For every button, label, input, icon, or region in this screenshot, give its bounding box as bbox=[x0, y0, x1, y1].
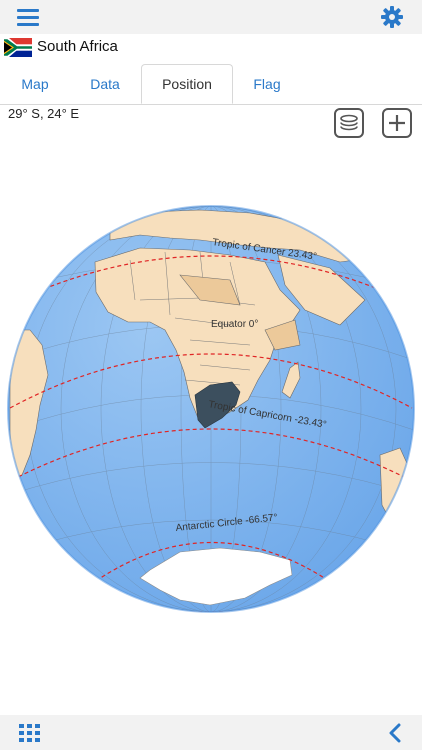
plus-icon[interactable] bbox=[382, 108, 412, 138]
equator-label: Equator 0° bbox=[211, 319, 258, 330]
hamburger-menu-icon[interactable] bbox=[14, 6, 44, 28]
layers-icon[interactable] bbox=[334, 108, 364, 138]
tab-flag[interactable]: Flag bbox=[240, 64, 294, 104]
tab-bar: Map Data Position Flag bbox=[0, 64, 422, 105]
grid-icon[interactable] bbox=[19, 724, 41, 742]
chevron-left-icon[interactable] bbox=[386, 723, 404, 743]
tab-map[interactable]: Map bbox=[8, 64, 62, 104]
country-name: South Africa bbox=[37, 38, 118, 55]
coordinates-label: 29° S, 24° E bbox=[8, 106, 80, 121]
top-toolbar bbox=[0, 0, 422, 34]
tab-data[interactable]: Data bbox=[78, 64, 132, 104]
bottom-toolbar bbox=[0, 715, 422, 750]
globe-map[interactable]: Tropic of Cancer 23.43° Equator 0° Tropi… bbox=[0, 195, 422, 625]
gear-icon[interactable] bbox=[380, 5, 404, 29]
south-africa-flag-icon bbox=[4, 38, 32, 57]
tab-position[interactable]: Position bbox=[141, 64, 233, 104]
